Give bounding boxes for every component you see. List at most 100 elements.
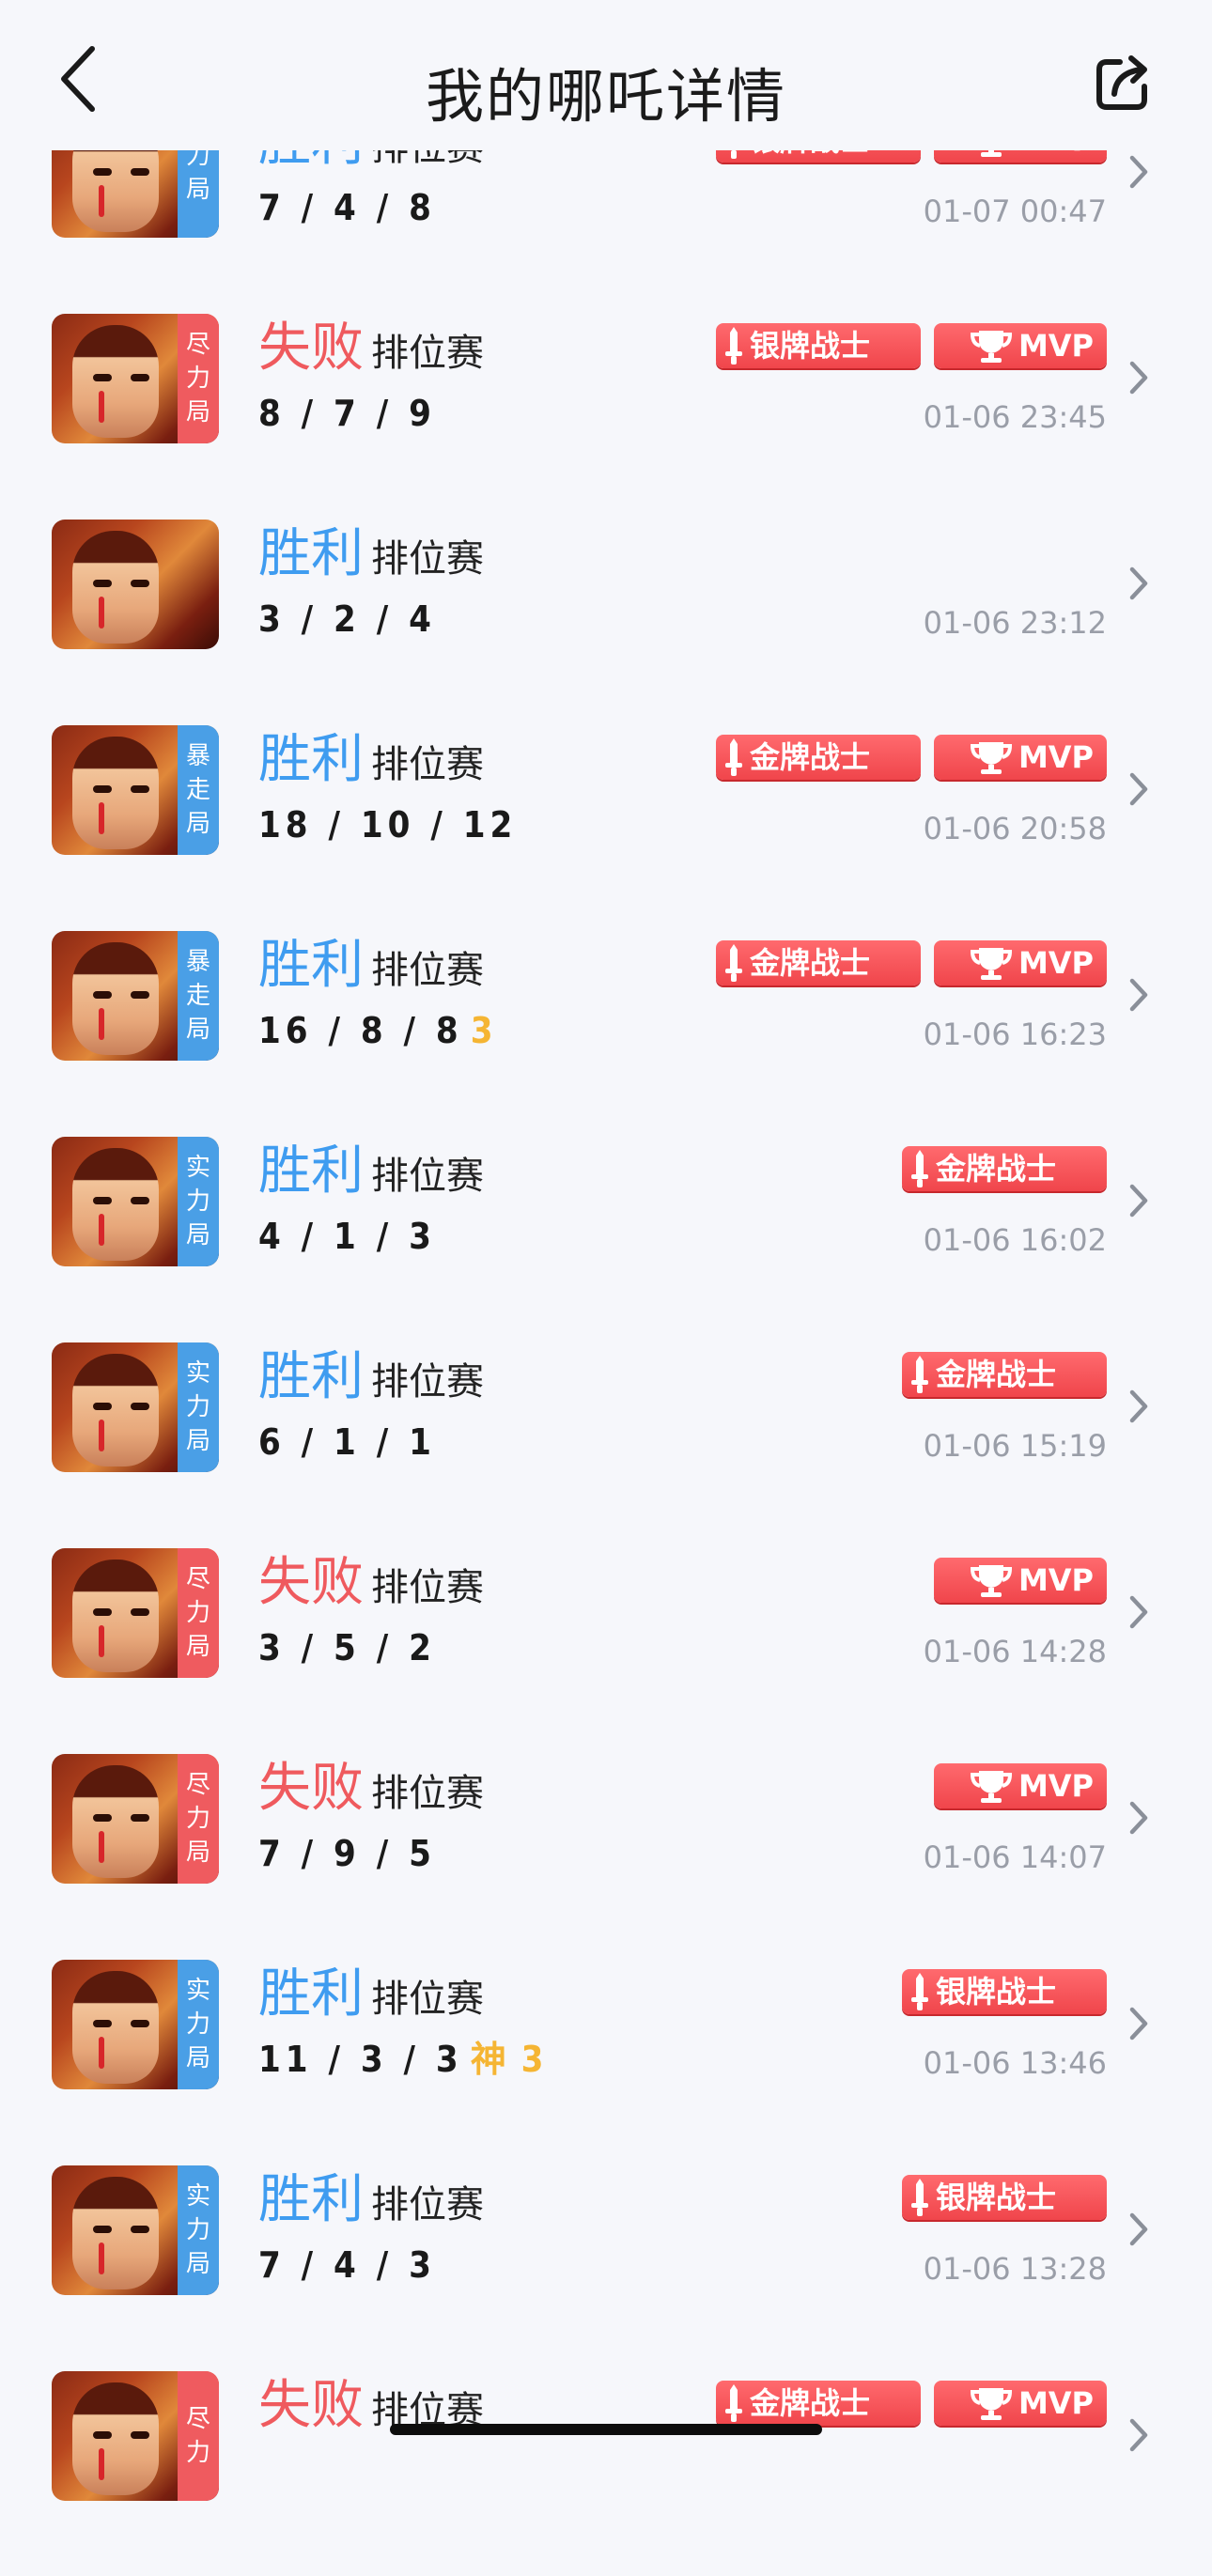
mvp-badge: MVP <box>934 323 1107 368</box>
trophy-icon <box>970 742 1012 774</box>
performance-tag-char: 局 <box>185 2044 210 2072</box>
hero-eye <box>131 785 149 793</box>
trophy-icon <box>970 948 1012 980</box>
mvp-badge: MVP <box>934 940 1107 985</box>
kda-value: 11 / 3 / 3 <box>258 2039 463 2080</box>
performance-tag-char: 暴 <box>185 742 210 770</box>
hero-avatar: 尽力 <box>52 2371 219 2501</box>
top-navigation-bar: 我的哪吒详情 <box>0 0 1212 150</box>
kda-score: 18 / 10 / 12 <box>258 800 517 849</box>
kda-score: 7 / 9 / 5 <box>258 1829 436 1878</box>
match-result: 胜利 <box>258 1963 364 2025</box>
performance-tag-char: 尽 <box>185 1565 210 1593</box>
hero-eye <box>93 2431 112 2439</box>
performance-tag-char: 实 <box>185 2182 210 2211</box>
match-time: 01-06 14:28 <box>923 1634 1107 1669</box>
match-row[interactable]: 尽力局失败 排位赛 8 / 7 / 9 01-06 23:45 银牌战士 MVP <box>0 314 1212 519</box>
chevron-right-icon[interactable] <box>1127 565 1150 602</box>
kda-score: 7 / 4 / 8 <box>258 183 436 232</box>
kda-value: 6 / 1 / 1 <box>258 1421 436 1463</box>
performance-tag-char: 走 <box>185 982 210 1010</box>
chevron-right-icon[interactable] <box>1127 359 1150 396</box>
performance-tag: 尽力 <box>178 2371 219 2501</box>
home-indicator <box>390 2424 822 2435</box>
match-row[interactable]: 暴走局胜利 排位赛 16 / 8 / 8 3 01-06 16:23 金牌战士 MVP <box>0 931 1212 1136</box>
match-time: 01-06 23:12 <box>923 605 1107 641</box>
hero-forehead-mark <box>99 2242 104 2274</box>
chevron-right-icon[interactable] <box>1127 2211 1150 2248</box>
match-row[interactable]: 实力局胜利 排位赛 4 / 1 / 3 01-06 16:02 金牌战士 <box>0 1137 1212 1342</box>
hero-avatar: 暴走局 <box>52 725 219 855</box>
performance-tag-char: 局 <box>185 176 210 204</box>
match-row[interactable]: 尽力局失败 排位赛 3 / 5 / 2 01-06 14:28 MVP <box>0 1548 1212 1753</box>
match-row[interactable]: 实力局胜利 排位赛 7 / 4 / 3 01-06 13:28 银牌战士 <box>0 2165 1212 2370</box>
performance-tag: 尽力局 <box>178 1548 219 1678</box>
chevron-right-icon[interactable] <box>1127 2416 1150 2454</box>
performance-tag-char: 走 <box>185 776 210 804</box>
hero-forehead-mark <box>99 2037 104 2069</box>
hero-avatar: 实力局 <box>52 1960 219 2089</box>
sword-icon <box>911 1973 928 2010</box>
share-button[interactable] <box>1092 49 1158 115</box>
match-mode: 排位赛 <box>371 949 484 992</box>
warrior-rank-badge: 金牌战士 <box>716 940 921 985</box>
badge-label: MVP <box>1018 1562 1094 1598</box>
match-result: 胜利 <box>258 1346 364 1407</box>
chevron-right-icon[interactable] <box>1127 1593 1150 1631</box>
hero-forehead-mark <box>99 2448 104 2480</box>
badge-label: 金牌战士 <box>936 1151 1057 1187</box>
hero-eye <box>131 1814 149 1822</box>
performance-tag: 实力局 <box>178 1960 219 2089</box>
mvp-badge: MVP <box>934 1763 1107 1808</box>
match-time: 01-06 16:02 <box>923 1222 1107 1258</box>
performance-tag-char: 实 <box>185 1977 210 2005</box>
badge-group: 银牌战士 <box>902 1969 1107 2018</box>
badge-group: 银牌战士 <box>902 2175 1107 2224</box>
kda-score: 3 / 2 / 4 <box>258 595 436 644</box>
hero-portrait <box>72 2382 159 2495</box>
badge-label: MVP <box>1018 328 1094 364</box>
streak-marker: 神 3 <box>470 2039 546 2080</box>
match-row[interactable]: 尽力局失败 排位赛 7 / 9 / 5 01-06 14:07 MVP <box>0 1754 1212 1959</box>
hero-eye <box>93 168 112 176</box>
hero-eye <box>131 580 149 587</box>
hero-eye <box>131 2226 149 2233</box>
badge-label: MVP <box>1018 945 1094 981</box>
hero-avatar: 尽力局 <box>52 314 219 443</box>
match-time: 01-06 13:28 <box>923 2251 1107 2287</box>
match-row[interactable]: 实力局胜利 排位赛 6 / 1 / 1 01-06 15:19 金牌战士 <box>0 1342 1212 1547</box>
match-row[interactable]: 实力局胜利 排位赛 11 / 3 / 3神 3 01-06 13:46 银牌战士 <box>0 1960 1212 2165</box>
chevron-right-icon[interactable] <box>1127 976 1150 1014</box>
match-row[interactable]: 胜利 排位赛 3 / 2 / 4 01-06 23:12 <box>0 520 1212 724</box>
kda-value: 8 / 7 / 9 <box>258 393 436 434</box>
chevron-right-icon[interactable] <box>1127 1388 1150 1425</box>
warrior-rank-badge: 金牌战士 <box>716 2381 921 2426</box>
share-icon <box>1096 55 1147 110</box>
sword-icon <box>911 1356 928 1393</box>
kda-score: 7 / 4 / 3 <box>258 2241 436 2289</box>
match-time: 01-06 15:19 <box>923 1428 1107 1464</box>
chevron-right-icon[interactable] <box>1127 1182 1150 1219</box>
sword-icon <box>911 2179 928 2216</box>
streak-marker: 3 <box>470 1010 495 1051</box>
hero-eye <box>131 2431 149 2439</box>
hero-avatar: 实力局 <box>52 1342 219 1472</box>
performance-tag-char: 尽 <box>185 331 210 359</box>
match-row[interactable]: 暴走局胜利 排位赛 18 / 10 / 12 01-06 20:58 金牌战士 MVP <box>0 725 1212 930</box>
hero-portrait <box>72 325 159 438</box>
hero-portrait <box>72 737 159 849</box>
hero-portrait <box>72 2177 159 2289</box>
chevron-right-icon[interactable] <box>1127 1799 1150 1837</box>
chevron-right-icon[interactable] <box>1127 2005 1150 2042</box>
hero-avatar: 实力局 <box>52 2165 219 2295</box>
badge-label: MVP <box>1018 1768 1094 1804</box>
performance-tag: 实力局 <box>178 1342 219 1472</box>
hero-avatar: 尽力局 <box>52 1548 219 1678</box>
performance-tag: 暴走局 <box>178 725 219 855</box>
hero-eye <box>131 1608 149 1616</box>
match-row[interactable]: 尽力失败 排位赛 金牌战士 MVP <box>0 2371 1212 2576</box>
performance-tag-char: 力 <box>185 1599 210 1627</box>
warrior-rank-badge: 银牌战士 <box>902 2175 1107 2220</box>
chevron-right-icon[interactable] <box>1127 770 1150 808</box>
chevron-right-icon[interactable] <box>1127 153 1150 191</box>
